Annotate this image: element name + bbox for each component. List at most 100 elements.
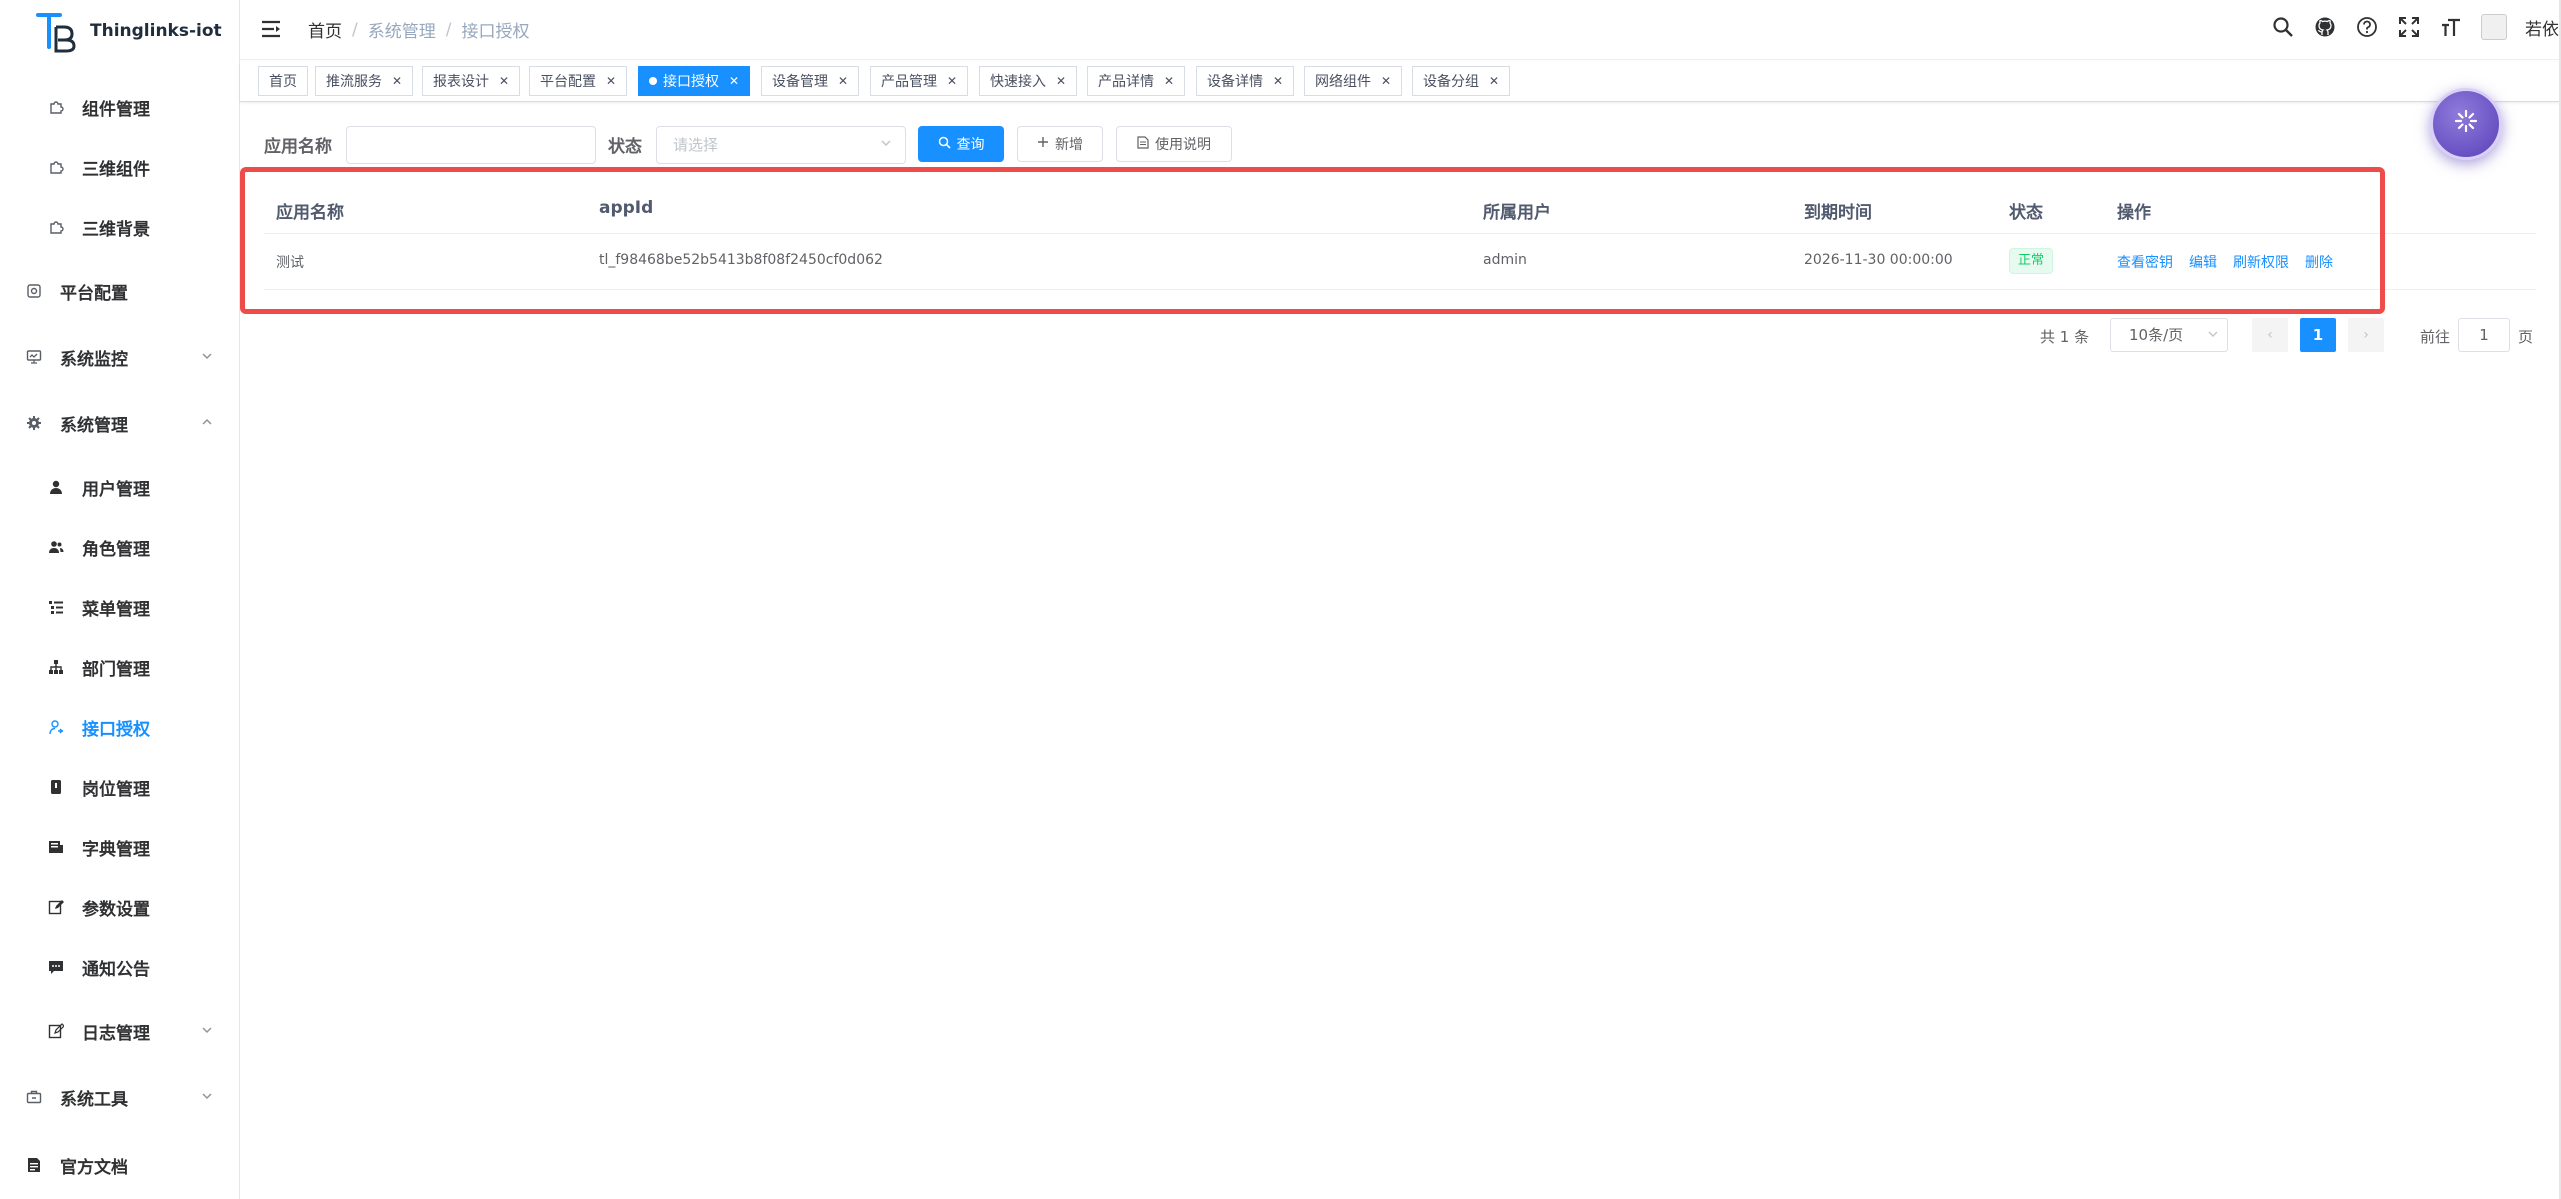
header-actions: 若依	[2271, 14, 2561, 40]
column-header: 状态	[2009, 203, 2043, 223]
next-page-button[interactable]: ›	[2348, 318, 2384, 352]
message-icon	[46, 957, 66, 977]
close-icon[interactable]: ✕	[729, 74, 739, 88]
close-icon[interactable]: ✕	[1056, 74, 1066, 88]
breadcrumb-home[interactable]: 首页	[308, 17, 342, 42]
view-secret-link[interactable]: 查看密钥	[2117, 252, 2173, 272]
sidebar-item-notice[interactable]: 通知公告	[0, 942, 240, 992]
tag-platform-config[interactable]: 平台配置 ✕	[529, 66, 628, 96]
close-icon[interactable]: ✕	[392, 74, 402, 88]
table-row[interactable]: 测试 tl_f98468be52b5413b8f08f2450cf0d062 a…	[264, 234, 2536, 290]
sidebar-item-dict-management[interactable]: 字典管理	[0, 822, 240, 872]
edit-link[interactable]: 编辑	[2189, 252, 2217, 272]
page-number-button[interactable]: 1	[2300, 318, 2336, 352]
sidebar-item-component-management[interactable]: 组件管理	[0, 82, 240, 132]
sidebar-item-label: 三维背景	[82, 219, 150, 240]
tag-device-group[interactable]: 设备分组 ✕	[1412, 66, 1511, 96]
usage-button[interactable]: 使用说明	[1116, 126, 1232, 162]
sidebar-item-platform-config[interactable]: 平台配置	[0, 266, 240, 316]
goto-page-input[interactable]: 1	[2458, 318, 2510, 352]
tag-product-management[interactable]: 产品管理 ✕	[870, 66, 969, 96]
sidebar-item-label: 岗位管理	[82, 779, 150, 800]
sidebar-item-system-tools[interactable]: 系统工具	[0, 1072, 240, 1122]
sidebar-item-user-management[interactable]: 用户管理	[0, 462, 240, 512]
close-icon[interactable]: ✕	[1489, 74, 1499, 88]
close-icon[interactable]: ✕	[838, 74, 848, 88]
sidebar-item-3d-background[interactable]: 三维背景	[0, 202, 240, 252]
sidebar-item-3d-component[interactable]: 三维组件	[0, 142, 240, 192]
post-icon	[46, 777, 66, 797]
fullscreen-icon[interactable]	[2397, 15, 2421, 39]
github-icon[interactable]	[2313, 15, 2337, 39]
hamburger-icon[interactable]	[260, 18, 282, 40]
add-button[interactable]: 新增	[1017, 126, 1103, 162]
tag-home[interactable]: 首页	[258, 66, 308, 96]
tag-network-component[interactable]: 网络组件 ✕	[1304, 66, 1403, 96]
pagination: 共 1 条 10条/页 ‹ 1 › 前往 1 页	[2040, 318, 2540, 352]
app-name-input[interactable]	[346, 126, 596, 164]
close-icon[interactable]: ✕	[499, 74, 509, 88]
tag-label: 网络组件	[1315, 74, 1371, 90]
refresh-permission-link[interactable]: 刷新权限	[2233, 252, 2289, 272]
font-size-icon[interactable]	[2439, 15, 2463, 39]
tag-device-detail[interactable]: 设备详情 ✕	[1196, 66, 1295, 96]
sidebar-item-label: 角色管理	[82, 539, 150, 560]
chevron-up-icon	[200, 415, 214, 429]
usage-button-label: 使用说明	[1155, 137, 1211, 153]
sidebar-item-label: 字典管理	[82, 839, 150, 860]
prev-page-button[interactable]: ‹	[2252, 318, 2288, 352]
logo[interactable]: Thinglinks-iot	[36, 6, 222, 56]
close-icon[interactable]: ✕	[1273, 74, 1283, 88]
username[interactable]: 若依	[2525, 15, 2559, 40]
document-icon	[1137, 135, 1149, 153]
avatar[interactable]	[2481, 14, 2507, 40]
question-icon[interactable]	[2355, 15, 2379, 39]
tag-label: 产品管理	[881, 74, 937, 90]
tag-report-design[interactable]: 报表设计 ✕	[422, 66, 521, 96]
search-icon	[938, 136, 951, 153]
tag-label: 报表设计	[433, 74, 489, 90]
sidebar-item-label: 参数设置	[82, 899, 150, 920]
table-header: 应用名称 appId 所属用户 到期时间 状态 操作	[264, 180, 2536, 234]
tag-label: 接口授权	[663, 74, 719, 90]
sidebar-item-menu-management[interactable]: 菜单管理	[0, 582, 240, 632]
column-header: appId	[599, 198, 654, 218]
search-icon[interactable]	[2271, 15, 2295, 39]
tag-label: 设备详情	[1207, 74, 1263, 90]
page-size-select[interactable]: 10条/页	[2110, 318, 2228, 352]
tag-product-detail[interactable]: 产品详情 ✕	[1087, 66, 1186, 96]
sidebar-item-official-docs[interactable]: 官方文档	[0, 1140, 240, 1190]
close-icon[interactable]: ✕	[947, 74, 957, 88]
sidebar-item-post-management[interactable]: 岗位管理	[0, 762, 240, 812]
tag-api-auth[interactable]: 接口授权 ✕	[638, 66, 751, 96]
tag-quick-access[interactable]: 快速接入 ✕	[979, 66, 1078, 96]
add-button-label: 新增	[1055, 137, 1083, 153]
pagination-total: 共 1 条	[2040, 328, 2090, 346]
page-size-value: 10条/页	[2129, 326, 2184, 344]
close-icon[interactable]: ✕	[1381, 74, 1391, 88]
sidebar-item-system-monitor[interactable]: 系统监控	[0, 332, 240, 382]
chevron-down-icon	[200, 349, 214, 363]
tag-stream-service[interactable]: 推流服务 ✕	[315, 66, 414, 96]
sidebar-item-department-management[interactable]: 部门管理	[0, 642, 240, 692]
close-icon[interactable]: ✕	[1164, 74, 1174, 88]
document-icon	[24, 1155, 44, 1175]
sidebar-item-system-management[interactable]: 系统管理	[0, 398, 240, 448]
floating-action-button[interactable]	[2430, 88, 2502, 160]
sidebar-item-log-management[interactable]: 日志管理	[0, 1006, 240, 1056]
sidebar-item-label: 用户管理	[82, 479, 150, 500]
delete-link[interactable]: 删除	[2305, 252, 2333, 272]
sidebar-item-param-settings[interactable]: 参数设置	[0, 882, 240, 932]
logo-icon	[36, 9, 76, 53]
tag-device-management[interactable]: 设备管理 ✕	[761, 66, 860, 96]
sidebar-item-role-management[interactable]: 角色管理	[0, 522, 240, 572]
status-select[interactable]: 请选择	[656, 126, 906, 164]
tag-label: 推流服务	[326, 74, 382, 90]
log-icon	[46, 1021, 66, 1041]
breadcrumb-separator: /	[352, 19, 358, 40]
query-button[interactable]: 查询	[918, 126, 1004, 162]
app-name-label: 应用名称	[264, 137, 332, 157]
close-icon[interactable]: ✕	[606, 74, 616, 88]
sidebar-item-api-auth[interactable]: 接口授权	[0, 702, 240, 752]
cell-app-id: tl_f98468be52b5413b8f08f2450cf0d062	[599, 252, 883, 268]
